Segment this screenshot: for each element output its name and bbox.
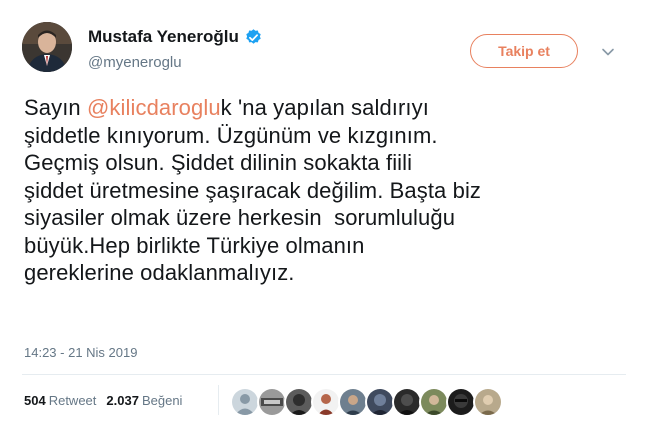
retweet-label: Retweet — [48, 393, 97, 408]
retweet-count: 504 — [24, 393, 46, 408]
chevron-down-icon[interactable] — [600, 44, 616, 60]
liker-avatar-9[interactable] — [446, 387, 476, 417]
stats-divider — [22, 374, 626, 375]
like-count: 2.037 — [106, 393, 139, 408]
liker-avatar-2[interactable] — [257, 387, 287, 417]
follow-button[interactable]: Takip et — [470, 34, 578, 68]
avatar-image — [22, 22, 72, 72]
user-handle[interactable]: @myeneroglu — [88, 54, 182, 71]
profile-avatar[interactable] — [22, 22, 72, 72]
user-name-row: Mustafa Yeneroğlu — [88, 27, 263, 47]
mention-link[interactable]: @kilicdaroglu — [87, 95, 221, 120]
tweet-text-rest: k 'na yapılan saldırıyı şiddetle kınıyor… — [24, 95, 482, 285]
liker-avatar-7[interactable] — [392, 387, 422, 417]
liker-avatar-8[interactable] — [419, 387, 449, 417]
likers-avatars — [230, 387, 503, 417]
liker-avatar-6[interactable] — [365, 387, 395, 417]
tweet-timestamp[interactable]: 14:23 - 21 Nis 2019 — [24, 345, 137, 360]
like-stat[interactable]: 2.037 Beğeni — [106, 393, 182, 408]
tweet-text-start: Sayın — [24, 95, 87, 120]
liker-avatar-4[interactable] — [311, 387, 341, 417]
liker-avatar-5[interactable] — [338, 387, 368, 417]
likers-divider — [218, 385, 219, 415]
tweet-text: Sayın @kilicdarogluk 'na yapılan saldırı… — [24, 94, 624, 287]
retweet-stat[interactable]: 504 Retweet — [24, 393, 96, 408]
like-label: Beğeni — [141, 393, 183, 408]
liker-avatar-3[interactable] — [284, 387, 314, 417]
verified-badge-icon — [244, 28, 263, 47]
liker-avatar-10[interactable] — [473, 387, 503, 417]
follow-button-label: Takip et — [498, 43, 550, 59]
liker-avatar-1[interactable] — [230, 387, 260, 417]
tweet-stats: 504 Retweet 2.037 Beğeni — [24, 393, 182, 408]
user-name[interactable]: Mustafa Yeneroğlu — [88, 27, 239, 47]
